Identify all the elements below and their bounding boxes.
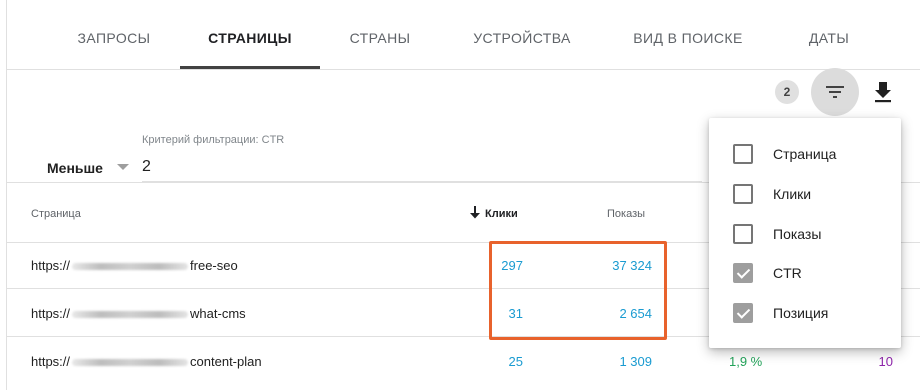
checkbox-clicks[interactable] (733, 184, 753, 204)
redacted-domain (72, 263, 189, 271)
page-url[interactable]: https:// what-cms (31, 306, 246, 321)
tab-dates[interactable]: ДАТЫ (773, 0, 885, 70)
column-header-impressions[interactable]: Показы (607, 208, 645, 220)
filter-operator-value: Меньше (47, 160, 103, 176)
url-prefix: https:// (31, 306, 71, 321)
page-url[interactable]: https:// content-plan (31, 354, 262, 369)
menu-item-label: CTR (773, 265, 802, 281)
ctr-value: 1,9 % (729, 354, 763, 369)
checkbox-impressions[interactable] (733, 224, 753, 244)
active-tab-indicator (180, 66, 320, 69)
active-filters-count-badge: 2 (775, 80, 799, 104)
performance-report: ЗАПРОСЫ СТРАНИЦЫ СТРАНЫ УСТРОЙСТВА ВИД В… (6, 0, 920, 390)
column-header-clicks[interactable]: Клики (469, 206, 518, 220)
download-icon (875, 82, 891, 103)
arrow-down-icon (470, 206, 480, 219)
dropdown-arrow-icon (117, 164, 129, 170)
menu-item-clicks[interactable]: Клики (709, 174, 901, 214)
column-visibility-menu: Страница Клики Показы CTR Позиция (709, 118, 901, 348)
menu-item-position[interactable]: Позиция (709, 293, 901, 333)
impressions-value: 1 309 (619, 354, 652, 369)
url-path: content-plan (190, 354, 262, 369)
tab-pages[interactable]: СТРАНИЦЫ (180, 0, 320, 70)
redacted-domain (72, 359, 189, 367)
report-tabs: ЗАПРОСЫ СТРАНИЦЫ СТРАНЫ УСТРОЙСТВА ВИД В… (7, 0, 920, 70)
url-prefix: https:// (31, 258, 71, 273)
menu-item-label: Страница (773, 146, 837, 162)
export-button[interactable] (869, 78, 897, 106)
menu-item-page[interactable]: Страница (709, 134, 901, 174)
filter-rows-button[interactable] (811, 68, 859, 116)
menu-item-ctr[interactable]: CTR (709, 253, 901, 293)
page-url[interactable]: https:// free-seo (31, 258, 238, 273)
tab-devices[interactable]: УСТРОЙСТВА (447, 0, 597, 70)
highlight-box (489, 241, 667, 340)
tab-countries[interactable]: СТРАНЫ (325, 0, 435, 70)
checkbox-page[interactable] (733, 144, 753, 164)
filter-criterion-label: Критерий фильтрации: CTR (142, 134, 285, 146)
menu-item-label: Позиция (773, 305, 829, 321)
url-prefix: https:// (31, 354, 71, 369)
position-value: 10 (878, 354, 893, 369)
menu-item-impressions[interactable]: Показы (709, 214, 901, 254)
tab-queries[interactable]: ЗАПРОСЫ (49, 0, 179, 70)
menu-item-label: Показы (773, 226, 822, 242)
checkbox-ctr[interactable] (733, 263, 753, 283)
url-path: what-cms (190, 306, 246, 321)
filter-operator-dropdown[interactable]: Меньше (45, 156, 131, 180)
checkbox-position[interactable] (733, 303, 753, 323)
column-header-page[interactable]: Страница (31, 208, 81, 220)
clicks-value: 25 (508, 354, 523, 369)
filter-value-input[interactable]: 2 (142, 156, 702, 182)
filter-list-icon (826, 86, 844, 98)
tab-search-appearance[interactable]: ВИД В ПОИСКЕ (603, 0, 773, 70)
url-path: free-seo (190, 258, 238, 273)
menu-item-label: Клики (773, 186, 812, 202)
redacted-domain (72, 311, 189, 319)
column-header-clicks-label: Клики (485, 208, 518, 220)
